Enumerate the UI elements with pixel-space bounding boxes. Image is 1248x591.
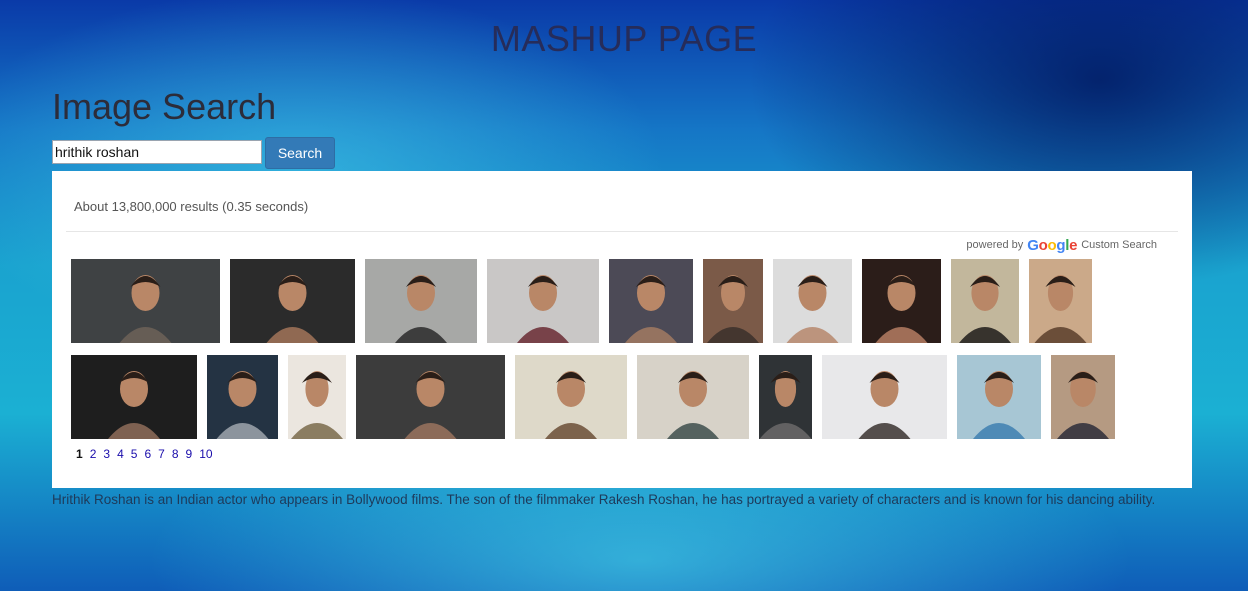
page-title: MASHUP PAGE xyxy=(490,18,758,59)
image-result-thumbnail[interactable] xyxy=(703,259,763,343)
image-result-thumbnail[interactable] xyxy=(288,355,346,439)
image-result-thumbnail[interactable] xyxy=(822,355,947,439)
image-result-thumbnail[interactable] xyxy=(365,259,477,343)
search-button[interactable]: Search xyxy=(265,137,335,169)
search-input[interactable] xyxy=(52,140,262,164)
page-link: 1 xyxy=(76,447,83,461)
powered-by-label: powered by xyxy=(966,238,1024,251)
pagination: 1 2 3 4 5 6 7 8 9 10 xyxy=(76,447,213,461)
page-link[interactable]: 2 xyxy=(90,447,97,461)
custom-search-label: Custom Search xyxy=(1081,238,1157,251)
page-link[interactable]: 8 xyxy=(172,447,179,461)
image-result-thumbnail[interactable] xyxy=(356,355,505,439)
image-result-thumbnail[interactable] xyxy=(207,355,278,439)
image-result-thumbnail[interactable] xyxy=(71,259,220,343)
google-logo: Google xyxy=(1027,237,1078,254)
image-result-thumbnail[interactable] xyxy=(759,355,812,439)
image-result-thumbnail[interactable] xyxy=(609,259,693,343)
image-result-thumbnail[interactable] xyxy=(951,259,1019,343)
page-link[interactable]: 10 xyxy=(199,447,212,461)
image-result-thumbnail[interactable] xyxy=(487,259,599,343)
image-result-thumbnail[interactable] xyxy=(773,259,852,343)
image-result-thumbnail[interactable] xyxy=(637,355,749,439)
google-branding: powered by Google Custom Search xyxy=(966,235,1157,254)
page-link[interactable]: 3 xyxy=(103,447,110,461)
image-result-thumbnail[interactable] xyxy=(1051,355,1115,439)
divider xyxy=(66,231,1178,232)
description: Hrithik Roshan is an Indian actor who ap… xyxy=(52,492,1156,507)
image-search-heading: Image Search xyxy=(52,86,277,127)
page-link[interactable]: 6 xyxy=(144,447,151,461)
image-result-thumbnail[interactable] xyxy=(862,259,941,343)
image-result-thumbnail[interactable] xyxy=(71,355,197,439)
image-result-thumbnail[interactable] xyxy=(957,355,1041,439)
page-link[interactable]: 7 xyxy=(158,447,165,461)
page-link[interactable]: 4 xyxy=(117,447,124,461)
results-panel: About 13,800,000 results (0.35 seconds) … xyxy=(52,171,1192,488)
result-stats: About 13,800,000 results (0.35 seconds) xyxy=(74,199,309,214)
image-result-thumbnail[interactable] xyxy=(1029,259,1092,343)
image-result-thumbnail[interactable] xyxy=(515,355,627,439)
image-result-thumbnail[interactable] xyxy=(230,259,355,343)
page-link[interactable]: 5 xyxy=(131,447,138,461)
page-link[interactable]: 9 xyxy=(186,447,193,461)
